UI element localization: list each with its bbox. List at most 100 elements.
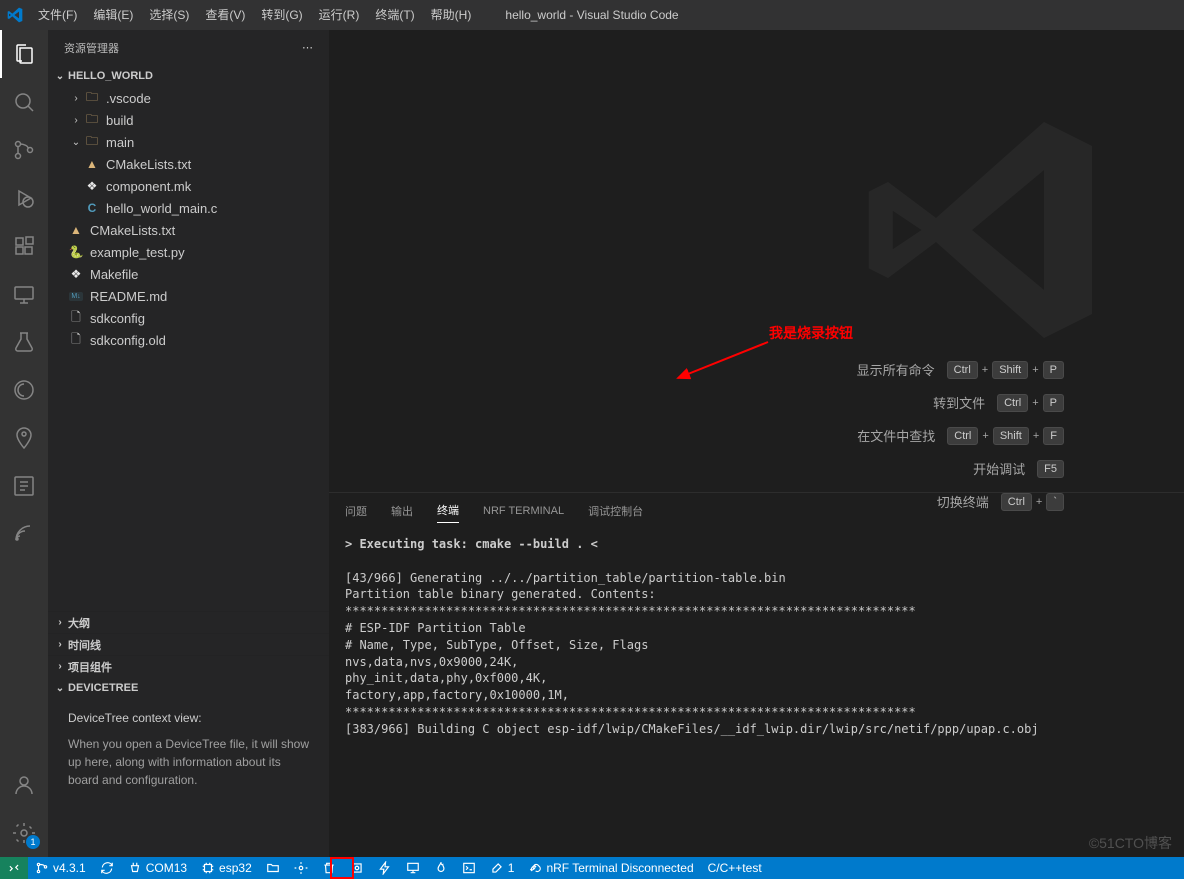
section-components[interactable]: › 项目组件	[48, 655, 329, 677]
status-trash[interactable]	[315, 857, 343, 879]
section-label: DEVICETREE	[68, 682, 138, 694]
menu-file[interactable]: 文件(F)	[30, 0, 85, 30]
shortcut-row: 开始调试F5	[857, 459, 1064, 478]
activity-explorer[interactable]	[0, 30, 48, 78]
section-label: 大纲	[68, 615, 90, 631]
tree-label: CMakeLists.txt	[90, 223, 175, 238]
tree-label: Makefile	[90, 267, 138, 282]
activity-espressif[interactable]	[0, 366, 48, 414]
sidebar-header: 资源管理器 ⋯	[48, 30, 329, 65]
tree-file[interactable]: 🗋sdkconfig	[48, 307, 329, 329]
status-nrf-terminal[interactable]: nRF Terminal Disconnected	[521, 857, 700, 879]
tree-folder[interactable]: ⌄🗀main	[48, 131, 329, 153]
activity-sonar[interactable]	[0, 510, 48, 558]
tree-section-project[interactable]: ⌄ HELLO_WORLD	[48, 65, 329, 87]
activity-run-debug[interactable]	[0, 174, 48, 222]
activity-extensions[interactable]	[0, 222, 48, 270]
menu-selection[interactable]: 选择(S)	[141, 0, 197, 30]
section-outline[interactable]: › 大纲	[48, 611, 329, 633]
devicetree-content: DeviceTree context view: When you open a…	[48, 699, 329, 801]
activity-scm[interactable]	[0, 126, 48, 174]
key: Shift	[992, 361, 1028, 379]
shortcut-row: 在文件中查找Ctrl+Shift+F	[857, 426, 1064, 445]
activity-remote-explorer[interactable]	[0, 270, 48, 318]
menu-go[interactable]: 转到(G)	[253, 0, 310, 30]
tree-label: example_test.py	[90, 245, 185, 260]
bottom-panel: 问题输出终端 NRF TERMINAL 调试控制台 > Executing task…	[329, 492, 1184, 857]
tree-file[interactable]: ▲CMakeLists.txt	[48, 219, 329, 241]
chevron-right-icon: ›	[52, 617, 68, 628]
tree-folder[interactable]: ›🗀build	[48, 109, 329, 131]
status-branch[interactable]: v4.3.1	[28, 857, 93, 879]
chevron-icon: ›	[68, 93, 84, 104]
menu-run[interactable]: 运行(R)	[311, 0, 368, 30]
sidebar: 资源管理器 ⋯ ⌄ HELLO_WORLD ›🗀.vscode›🗀build⌄🗀…	[48, 30, 329, 857]
menu-help[interactable]: 帮助(H)	[423, 0, 480, 30]
shortcut-row: 切换终端Ctrl+`	[857, 492, 1064, 511]
section-timeline[interactable]: › 时间线	[48, 633, 329, 655]
panel-tab[interactable]: 调试控制台	[588, 499, 643, 523]
folder-icon: 🗀	[84, 90, 100, 106]
title-bar: 文件(F) 编辑(E) 选择(S) 查看(V) 转到(G) 运行(R) 终端(T…	[0, 0, 1184, 30]
sidebar-title: 资源管理器	[64, 40, 119, 56]
status-build[interactable]	[343, 857, 371, 879]
tree-file[interactable]: Chello_world_main.c	[48, 197, 329, 219]
vscode-watermark-icon	[864, 110, 1104, 350]
section-devicetree[interactable]: ⌄ DEVICETREE	[48, 677, 329, 699]
chevron-icon: ⌄	[68, 137, 84, 148]
status-remote[interactable]	[0, 857, 28, 879]
chevron-right-icon: ›	[52, 639, 68, 650]
activity-devicetree[interactable]	[0, 462, 48, 510]
key: F	[1043, 427, 1064, 445]
status-port[interactable]: COM13	[121, 857, 194, 879]
status-flame[interactable]	[427, 857, 455, 879]
status-tools[interactable]: 1	[483, 857, 522, 879]
panel-tab[interactable]: 问题	[345, 499, 367, 523]
sidebar-more-icon[interactable]: ⋯	[302, 41, 313, 54]
key: P	[1043, 361, 1064, 379]
key: Ctrl	[1001, 493, 1032, 511]
tree-file[interactable]: 🐍example_test.py	[48, 241, 329, 263]
tree-label: sdkconfig.old	[90, 333, 166, 348]
status-sync[interactable]	[93, 857, 121, 879]
status-folder[interactable]	[259, 857, 287, 879]
menu-terminal[interactable]: 终端(T)	[367, 0, 422, 30]
tree-file[interactable]: M↓README.md	[48, 285, 329, 307]
panel-tab[interactable]: 终端	[437, 498, 459, 523]
tree-folder[interactable]: ›🗀.vscode	[48, 87, 329, 109]
activity-testing[interactable]	[0, 318, 48, 366]
key: `	[1046, 493, 1064, 511]
status-monitor[interactable]	[399, 857, 427, 879]
tree-label: build	[106, 113, 133, 128]
welcome-screen: 显示所有命令Ctrl+Shift+P转到文件Ctrl+P在文件中查找Ctrl+S…	[329, 30, 1184, 492]
panel-tab[interactable]: NRF TERMINAL	[483, 501, 564, 521]
tree-file[interactable]: ▲CMakeLists.txt	[48, 153, 329, 175]
branch-label: v4.3.1	[53, 861, 86, 875]
status-flash[interactable]	[371, 857, 399, 879]
activity-accounts[interactable]	[0, 761, 48, 809]
menu-view[interactable]: 查看(V)	[197, 0, 253, 30]
terminal-output[interactable]: > Executing task: cmake --build . < [43/…	[329, 528, 1184, 857]
menu-edit[interactable]: 编辑(E)	[85, 0, 141, 30]
annotation-label: 我是烧录按钮	[769, 323, 853, 343]
key: Ctrl	[947, 361, 978, 379]
tree-label: sdkconfig	[90, 311, 145, 326]
panel-tab[interactable]: 输出	[391, 499, 413, 523]
status-cpptest[interactable]: C/C++test	[701, 857, 769, 879]
tree-file[interactable]: ❖Makefile	[48, 263, 329, 285]
activity-nrf[interactable]	[0, 414, 48, 462]
activity-settings[interactable]: 1	[0, 809, 48, 857]
status-gear[interactable]	[287, 857, 315, 879]
menu-bar: 文件(F) 编辑(E) 选择(S) 查看(V) 转到(G) 运行(R) 终端(T…	[30, 0, 479, 30]
tree-file[interactable]: ❖component.mk	[48, 175, 329, 197]
status-chip[interactable]: esp32	[194, 857, 259, 879]
chevron-down-icon: ⌄	[52, 71, 68, 82]
status-bar: v4.3.1 COM13 esp32 1 nRF Terminal Discon…	[0, 857, 1184, 879]
tree-label: component.mk	[106, 179, 191, 194]
key: Ctrl	[947, 427, 978, 445]
tree-label: hello_world_main.c	[106, 201, 217, 216]
activity-search[interactable]	[0, 78, 48, 126]
status-terminal-open[interactable]	[455, 857, 483, 879]
key: Shift	[993, 427, 1029, 445]
tree-file[interactable]: 🗋sdkconfig.old	[48, 329, 329, 351]
